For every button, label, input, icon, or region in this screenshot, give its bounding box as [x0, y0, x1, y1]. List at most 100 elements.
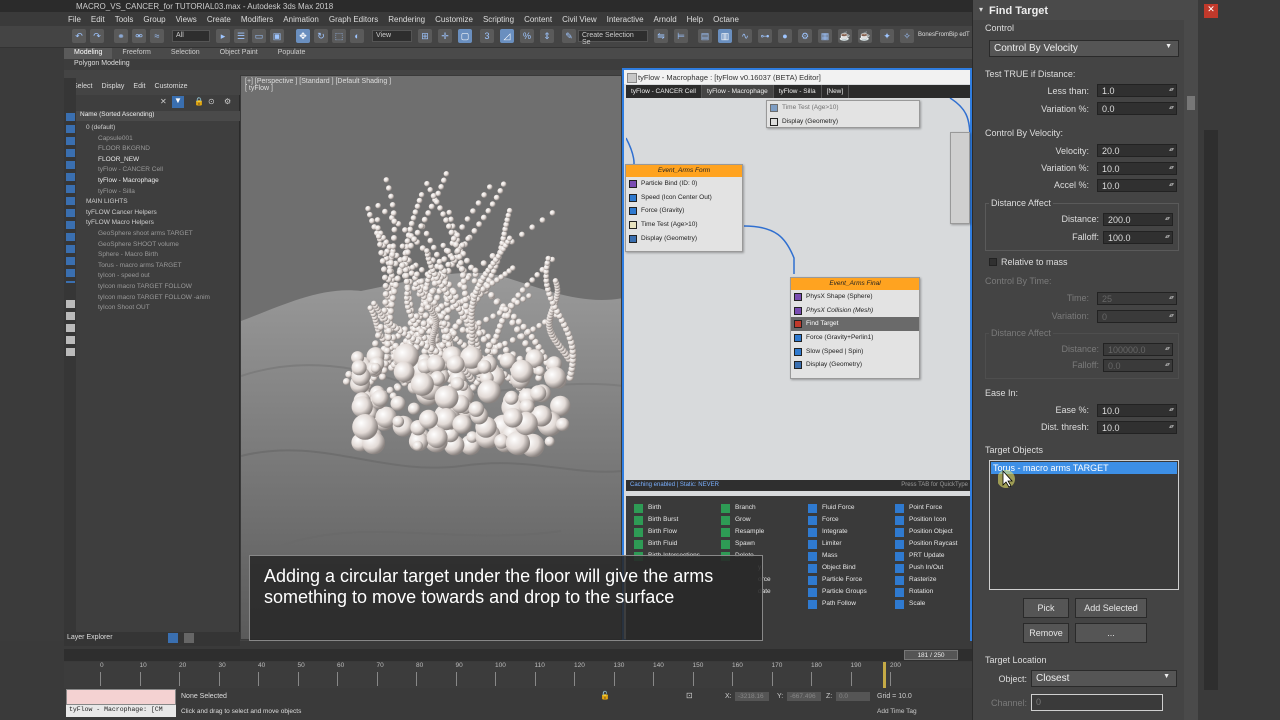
top-node-op-1[interactable]: Display (Geometry)	[767, 115, 919, 129]
time-variation-spinner[interactable]: 0	[1097, 310, 1177, 323]
node-event-arms-form[interactable]: Event_Arms Form Particle Bind (ID: 0) Spe…	[625, 164, 743, 252]
link-icon[interactable]: ⚭	[114, 29, 128, 43]
menu-edit[interactable]: Edit	[91, 15, 105, 24]
add-time-tag[interactable]: Add Time Tag	[877, 708, 917, 715]
keyboard-shortcut-icon[interactable]: ▢	[458, 29, 472, 43]
palette-item-particle-force[interactable]: Particle Force	[806, 574, 867, 586]
velocity-spinner[interactable]: 20.0	[1097, 144, 1177, 157]
settings-icon[interactable]: ⚙	[224, 97, 231, 106]
scene-row[interactable]: tyIcon Shoot OUT	[76, 304, 240, 314]
select-manipulate-icon[interactable]: ✛	[438, 29, 452, 43]
time-slider-track[interactable]: 181 / 250	[64, 649, 972, 661]
palette-item-position-icon[interactable]: Position Icon	[893, 514, 957, 526]
ribbon-tab-object-paint[interactable]: Object Paint	[210, 48, 268, 59]
percent-snap-icon[interactable]: %	[520, 29, 534, 43]
less-than-spinner[interactable]: 1.0	[1097, 84, 1177, 97]
palette-item-limiter[interactable]: Limiter	[806, 538, 867, 550]
z-coordinate[interactable]: 0.0	[836, 692, 870, 701]
pivot-icon[interactable]: ⊞	[418, 29, 432, 43]
unlink-icon[interactable]: ⚮	[132, 29, 146, 43]
scene-row[interactable]: tyIcon - speed out	[76, 272, 240, 282]
palette-item-fluid-force[interactable]: Fluid Force	[806, 502, 867, 514]
scene-row[interactable]: tyIcon macro TARGET FOLLOW -anim	[76, 294, 240, 304]
script-mini-listener[interactable]	[66, 689, 176, 705]
menu-animation[interactable]: Animation	[283, 15, 319, 24]
node-op[interactable]: Time Test (Age>10)	[626, 218, 742, 232]
script-button-label[interactable]: BonesFromBip edT	[918, 32, 970, 38]
script-icon-2[interactable]: ✧	[900, 29, 914, 43]
node-op[interactable]: Force (Gravity)	[626, 204, 742, 218]
palette-item-grow[interactable]: Grow	[719, 514, 764, 526]
filter-icons[interactable]	[66, 113, 75, 283]
tyflow-tab[interactable]: tyFlow - Macrophage	[702, 85, 774, 98]
selection-filter-select[interactable]: All	[172, 30, 210, 42]
control-dropdown[interactable]: Control By Velocity ▼	[989, 40, 1179, 57]
track-bar[interactable]: 0 10 20 30 40 50 60 70 80 90 100 110 120 130 140 150 160…	[64, 662, 972, 688]
scene-row[interactable]: tyFlow - Macrophage	[76, 177, 240, 187]
chevron-down-icon[interactable]: ▼	[1165, 43, 1172, 50]
sort-icon[interactable]	[184, 633, 194, 643]
render-setup-icon[interactable]: ⚙	[798, 29, 812, 43]
filter-icon[interactable]: ▼	[172, 96, 184, 108]
scene-row[interactable]: GeoSphere shoot arms TARGET	[76, 230, 240, 240]
node-op[interactable]: Display (Geometry)	[791, 358, 919, 372]
render-icon[interactable]: ☕	[838, 29, 852, 43]
menu-arnold[interactable]: Arnold	[654, 15, 677, 24]
edit-named-sets-icon[interactable]: ✎	[562, 29, 576, 43]
reference-coord-select[interactable]: View	[372, 30, 412, 42]
palette-item-mass[interactable]: Mass	[806, 550, 867, 562]
ribbon-tab-freeform[interactable]: Freeform	[112, 48, 160, 59]
chevron-down-icon[interactable]: ▼	[1163, 673, 1170, 680]
palette-item-birth[interactable]: Birth	[632, 502, 700, 514]
x-coordinate[interactable]: -3218.16	[735, 692, 769, 701]
menu-octane[interactable]: Octane	[713, 15, 739, 24]
angle-snap-icon[interactable]: ◿	[500, 29, 514, 43]
select-by-name-icon[interactable]: ☰	[234, 29, 248, 43]
add-selected-button[interactable]: Add Selected	[1075, 598, 1147, 618]
palette-item-rasterize[interactable]: Rasterize	[893, 574, 957, 586]
align-icon[interactable]: ⊨	[674, 29, 688, 43]
menu-scripting[interactable]: Scripting	[483, 15, 514, 24]
rollout-header[interactable]: ▾ Find Target	[973, 0, 1185, 20]
scene-row[interactable]: Sphere - Macro Birth	[76, 251, 240, 261]
node-op[interactable]: Speed (Icon Center Out)	[626, 191, 742, 205]
close-icon[interactable]: ✕	[1204, 4, 1218, 18]
dist-thresh-spinner[interactable]: 10.0	[1097, 421, 1177, 434]
scene-row[interactable]: Capsule001	[76, 135, 240, 145]
scene-row[interactable]: FLOOR_NEW	[76, 156, 240, 166]
palette-item-prt-update[interactable]: PRT Update	[893, 550, 957, 562]
pin-icon[interactable]: ⊙	[208, 97, 215, 106]
window-crossing-icon[interactable]: ▣	[270, 29, 284, 43]
variation-spinner[interactable]: 0.0	[1097, 102, 1177, 115]
falloff-spinner[interactable]: 100.0	[1103, 231, 1173, 244]
palette-item-position-object[interactable]: Position Object	[893, 526, 957, 538]
scene-row[interactable]: FLOOR BKGRND	[76, 145, 240, 155]
toggle-ribbon-icon[interactable]: ▥	[718, 29, 732, 43]
ease-spinner[interactable]: 10.0	[1097, 404, 1177, 417]
menu-rendering[interactable]: Rendering	[388, 15, 425, 24]
selection-set-select[interactable]: Create Selection Se	[578, 30, 648, 46]
node-op[interactable]: Find Target	[791, 317, 919, 332]
lock-selection-icon[interactable]: 🔓	[600, 691, 610, 700]
rollout-collapse-icon[interactable]: ▾	[979, 5, 983, 14]
accel-spinner[interactable]: 10.0	[1097, 179, 1177, 192]
rendered-frame-icon[interactable]: ▦	[818, 29, 832, 43]
palette-item-spawn[interactable]: Spawn	[719, 538, 764, 550]
y-coordinate[interactable]: -667.496	[787, 692, 821, 701]
palette-item-scale[interactable]: Scale	[893, 598, 957, 610]
time-slider[interactable]: 181 / 250	[904, 650, 958, 660]
node-title[interactable]: Event_Arms Final	[791, 278, 919, 290]
snap-icon[interactable]: 3	[480, 29, 494, 43]
place-icon[interactable]: ◐	[350, 29, 364, 43]
scene-row[interactable]: tyFLOW Macro Helpers	[76, 219, 240, 229]
layer-explorer-icon[interactable]	[168, 633, 178, 643]
top-node[interactable]: Time Test (Age>10) Display (Geometry)	[766, 100, 920, 128]
node-op[interactable]: PhysX Shape (Sphere)	[791, 290, 919, 304]
ribbon-tab-populate[interactable]: Populate	[268, 48, 316, 59]
menu-content[interactable]: Content	[524, 15, 552, 24]
rect-selection-icon[interactable]: ▭	[252, 29, 266, 43]
menu-group[interactable]: Group	[143, 15, 165, 24]
pick-button[interactable]: Pick	[1023, 598, 1069, 618]
channel-field[interactable]: 0	[1031, 694, 1163, 711]
palette-item-position-raycast[interactable]: Position Raycast	[893, 538, 957, 550]
